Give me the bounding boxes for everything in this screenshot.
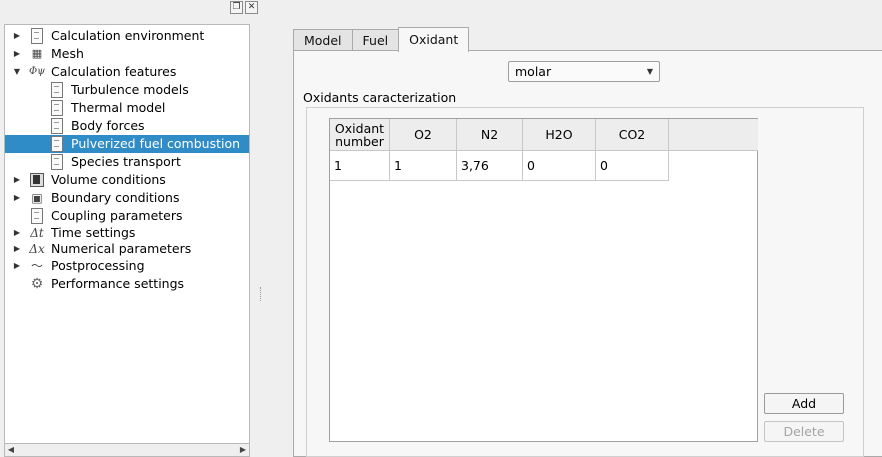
tab-model[interactable]: Model [293, 29, 353, 52]
expand-arrow-icon[interactable]: ▶ [11, 27, 23, 45]
chart-icon: 〜 [30, 259, 43, 273]
column-header-label: Oxidant number [334, 120, 385, 149]
tree-item-postprocessing[interactable]: ▶ 〜 Postprocessing [5, 257, 249, 275]
delete-button[interactable]: Delete [764, 421, 844, 442]
column-header-h2o[interactable]: H2O [523, 119, 596, 151]
tree-item-label: Thermal model [71, 100, 166, 115]
tree-item-thermal-model[interactable]: Thermal model [5, 99, 249, 117]
tree-item-turbulence-models[interactable]: Turbulence models [5, 81, 249, 99]
tree-item-body-forces[interactable]: Body forces [5, 117, 249, 135]
expand-arrow-icon[interactable]: ▶ [11, 257, 23, 275]
document-icon [49, 82, 65, 98]
composition-select-value: molar [515, 64, 552, 79]
tree-item-label: Performance settings [51, 276, 185, 291]
delta-t-icon: Δt [30, 226, 44, 240]
splitter-handle[interactable] [260, 287, 263, 301]
tree-item-numerical-parameters[interactable]: ▶ Δx Numerical parameters [5, 240, 249, 258]
tree-item-calculation-features[interactable]: ▼ Φψ Calculation features [5, 63, 249, 81]
expand-arrow-icon[interactable]: ▶ [11, 189, 23, 207]
close-icon[interactable]: ✕ [245, 1, 258, 14]
tree-horizontal-scrollbar[interactable]: ◀ ▶ [4, 443, 250, 457]
column-header-oxidant-number[interactable]: Oxidant number [330, 119, 390, 151]
tree-item-label: Numerical parameters [51, 241, 192, 256]
table-cell-co2[interactable]: 0 [596, 151, 669, 181]
document-icon [49, 118, 65, 134]
tree-item-label: Pulverized fuel combustion [71, 136, 241, 151]
tree-item-calculation-environment[interactable]: ▶ Calculation environment [5, 27, 249, 45]
chevron-down-icon: ▼ [646, 67, 653, 76]
column-header-n2[interactable]: N2 [457, 119, 523, 151]
composition-select[interactable]: molar ▼ [508, 61, 660, 82]
table-cell-h2o[interactable]: 0 [523, 151, 596, 181]
document-icon [29, 28, 45, 44]
expand-arrow-icon[interactable]: ▶ [11, 240, 23, 258]
tab-oxidant[interactable]: Oxidant [398, 27, 470, 52]
tree-item-label: Calculation features [51, 64, 177, 79]
tree-item-label: Volume conditions [51, 172, 166, 187]
tree-item-volume-conditions[interactable]: ▶ Volume conditions [5, 171, 249, 189]
expand-arrow-icon[interactable]: ▶ [11, 45, 23, 63]
tree-item-performance-settings[interactable]: ⚙ Performance settings [5, 275, 249, 293]
phi-icon: Φψ [28, 66, 46, 77]
tree-item-label: Turbulence models [71, 82, 189, 97]
delta-x-icon: Δx [29, 242, 45, 256]
tree-item-species-transport[interactable]: Species transport [5, 153, 249, 171]
dock-buttons: ❐ ✕ [230, 1, 258, 14]
document-icon [49, 154, 65, 170]
navigation-tree: ▶ Calculation environment ▶ ▦ Mesh ▼ Φψ … [4, 24, 250, 457]
tab-fuel[interactable]: Fuel [351, 29, 400, 52]
column-header-o2[interactable]: O2 [390, 119, 457, 151]
float-icon[interactable]: ❐ [230, 1, 243, 14]
table-cell-n2[interactable]: 3,76 [457, 151, 523, 181]
expand-arrow-icon[interactable]: ▶ [11, 171, 23, 189]
tree-item-label: Mesh [51, 46, 84, 61]
document-icon [29, 208, 45, 224]
tree-item-label: Boundary conditions [51, 190, 180, 205]
boundary-icon: ▣ [31, 191, 43, 205]
tree-item-label: Coupling parameters [51, 208, 183, 223]
tree-item-label: Species transport [71, 154, 181, 169]
add-button[interactable]: Add [764, 393, 844, 414]
document-icon [49, 100, 65, 116]
tree-item-label: Calculation environment [51, 28, 205, 43]
column-header-filler [669, 119, 758, 151]
volume-icon [29, 172, 45, 188]
oxidants-group-title: Oxidants caracterization [303, 90, 457, 105]
tree-item-label: Body forces [71, 118, 145, 133]
tree-item-coupling-parameters[interactable]: Coupling parameters [5, 207, 249, 225]
table-cell-oxidant-number[interactable]: 1 [330, 151, 390, 181]
gear-icon: ⚙ [30, 276, 44, 292]
scroll-right-icon[interactable]: ▶ [237, 444, 249, 456]
tree-item-label: Postprocessing [51, 258, 145, 273]
tree-item-pulverized-fuel-combustion[interactable]: Pulverized fuel combustion [5, 135, 249, 153]
oxidants-table[interactable]: Oxidant number O2 N2 H2O CO2 1 1 3,76 0 … [329, 118, 758, 442]
scroll-left-icon[interactable]: ◀ [5, 444, 17, 456]
collapse-arrow-icon[interactable]: ▼ [11, 63, 23, 81]
table-cell-o2[interactable]: 1 [390, 151, 457, 181]
tab-bar: Model Fuel Oxidant [293, 27, 470, 52]
column-header-co2[interactable]: CO2 [596, 119, 669, 151]
tree-item-mesh[interactable]: ▶ ▦ Mesh [5, 45, 249, 63]
tree-item-boundary-conditions[interactable]: ▶ ▣ Boundary conditions [5, 189, 249, 207]
document-icon [49, 136, 65, 152]
mesh-icon: ▦ [31, 47, 43, 60]
